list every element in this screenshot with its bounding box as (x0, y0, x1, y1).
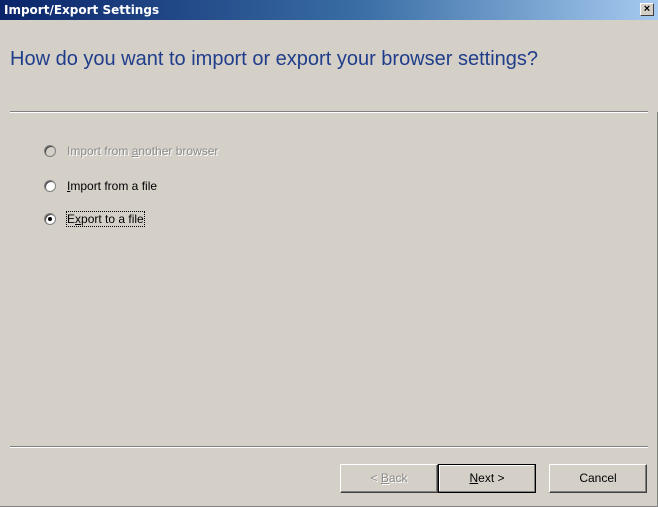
option-label: Import from another browser (67, 144, 219, 158)
back-button[interactable]: < Back (340, 464, 438, 493)
header-divider (10, 111, 648, 113)
radio-import-from-browser[interactable] (44, 145, 56, 157)
window-title: Import/Export Settings (4, 3, 160, 17)
radio-selected-dot (48, 217, 52, 221)
option-label: Import from a file (67, 179, 158, 193)
title-bar[interactable]: Import/Export Settings × (0, 0, 658, 20)
radio-export-to-file[interactable] (44, 213, 56, 225)
header-panel: How do you want to import or export your… (0, 20, 658, 112)
cancel-button[interactable]: Cancel (549, 464, 647, 493)
radio-import-from-file[interactable] (44, 180, 56, 192)
page-title: How do you want to import or export your… (10, 48, 539, 70)
option-label: Export to a file (66, 211, 145, 227)
close-button[interactable]: × (640, 3, 654, 16)
footer-divider (10, 446, 648, 448)
import-export-dialog: Import/Export Settings × How do you want… (0, 0, 658, 507)
close-icon: × (643, 3, 651, 15)
next-button[interactable]: Next > (438, 464, 536, 493)
